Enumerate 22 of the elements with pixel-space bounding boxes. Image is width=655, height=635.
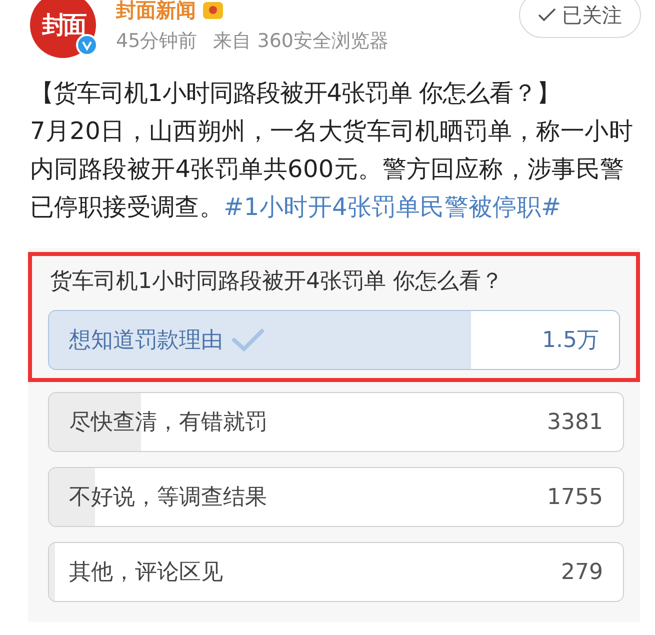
vote-count: 279 bbox=[561, 560, 603, 584]
hashtag-link[interactable]: #1小时开4张罚单民警被停职# bbox=[224, 193, 562, 221]
poll-option[interactable]: 尽快查清，有错就罚 3381 bbox=[48, 392, 624, 452]
poll-option[interactable]: 想知道罚款理由 1.5万 bbox=[48, 310, 620, 370]
option-label: 尽快查清，有错就罚 bbox=[69, 409, 267, 437]
post-time: 45分钟前 bbox=[116, 29, 198, 54]
option-label: 想知道罚款理由 bbox=[69, 327, 223, 355]
check-icon bbox=[231, 328, 265, 352]
post-body: 7月20日，山西朔州，一名大货车司机晒罚单，称一小时内同路段被开4张罚单共600元。警方回应称，涉事民警已停职接受调查。#1小时开4张罚单民警被停职# bbox=[30, 116, 633, 223]
poll-option[interactable]: 其他，评论区见 279 bbox=[48, 542, 624, 602]
check-icon bbox=[538, 8, 556, 22]
option-label: 不好说，等调查结果 bbox=[69, 484, 267, 512]
poll-option[interactable]: 不好说，等调查结果 1755 bbox=[48, 467, 624, 527]
post-headline: 【货车司机1小时同路段被开4张罚单 你怎么看？】 bbox=[30, 78, 562, 109]
vote-count: 3381 bbox=[547, 410, 603, 434]
poll-question: 货车司机1小时同路段被开4张罚单 你怎么看？ bbox=[49, 268, 504, 296]
post-source: 来自 360安全浏览器 bbox=[213, 29, 388, 54]
vote-count: 1.5万 bbox=[542, 327, 599, 355]
account-logo[interactable]: 封面 bbox=[30, 0, 96, 58]
vote-count: 1755 bbox=[547, 484, 603, 510]
option-label: 其他，评论区见 bbox=[69, 559, 223, 587]
follow-button[interactable]: 已关注 bbox=[519, 0, 641, 38]
